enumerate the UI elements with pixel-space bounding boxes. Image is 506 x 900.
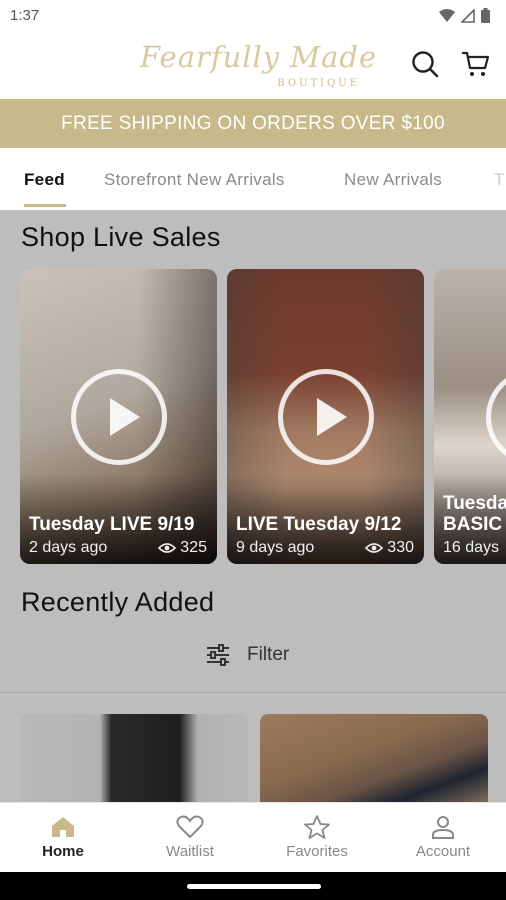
- battery-icon: [481, 8, 490, 23]
- live-sale-card[interactable]: LIVE Tuesday 9/12 9 days ago 330: [227, 269, 424, 564]
- live-sales-heading: Shop Live Sales: [21, 222, 221, 252]
- heart-icon: [176, 815, 204, 839]
- account-icon: [432, 816, 454, 839]
- tab-next-partial[interactable]: T: [494, 170, 505, 190]
- card-title: Tuesda: [443, 493, 506, 514]
- live-sale-card[interactable]: Tuesda BASIC 16 days: [434, 269, 506, 564]
- card-title-line2: BASIC: [443, 514, 503, 535]
- search-button[interactable]: [410, 49, 440, 79]
- card-title: LIVE Tuesday 9/12: [236, 514, 402, 535]
- live-sale-card[interactable]: Tuesday LIVE 9/19 2 days ago 325: [20, 269, 217, 564]
- search-icon: [412, 51, 439, 78]
- status-icons: [439, 8, 490, 23]
- home-gesture-bar[interactable]: [187, 884, 321, 889]
- wifi-icon: [439, 8, 455, 22]
- tab-new-arrivals[interactable]: New Arrivals: [344, 170, 442, 190]
- tab-feed[interactable]: Feed: [24, 170, 65, 190]
- logo-script: Fearfully Made: [140, 40, 378, 74]
- status-bar: 1:37: [0, 0, 506, 32]
- app-header: Fearfully Made BOUTIQUE: [0, 32, 506, 99]
- play-icon[interactable]: [70, 368, 167, 465]
- nav-account-label: Account: [415, 843, 471, 860]
- free-shipping-banner: FREE SHIPPING ON ORDERS OVER $100: [0, 99, 506, 148]
- brand-logo[interactable]: Fearfully Made BOUTIQUE: [140, 40, 378, 92]
- nav-home[interactable]: Home: [8, 815, 118, 860]
- active-tab-indicator: [24, 204, 66, 207]
- nav-waitlist-label: Waitlist: [166, 843, 214, 860]
- bottom-nav: Home Waitlist Favorites Account: [0, 802, 506, 872]
- feed-content: Shop Live Sales Tuesday LIVE 9/19 2 days…: [0, 210, 506, 802]
- card-view-count: 325: [180, 539, 207, 556]
- card-age: 16 days: [443, 539, 500, 556]
- nav-favorites[interactable]: Favorites: [262, 815, 372, 860]
- card-view-count: 330: [387, 539, 414, 556]
- filter-label: Filter: [247, 644, 290, 665]
- product-card[interactable]: [20, 714, 248, 802]
- logo-subtitle: BOUTIQUE: [277, 78, 360, 89]
- star-icon: [304, 815, 330, 839]
- cart-icon: [461, 51, 490, 76]
- card-age: 2 days ago: [29, 539, 108, 556]
- home-icon: [52, 817, 74, 837]
- filter-sliders-icon: [207, 644, 229, 666]
- card-views: 330: [365, 539, 414, 557]
- eye-icon: [158, 543, 177, 553]
- tab-storefront-new-arrivals[interactable]: Storefront New Arrivals: [104, 170, 285, 190]
- card-views: 325: [158, 539, 207, 557]
- status-time: 1:37: [10, 7, 40, 24]
- play-icon[interactable]: [277, 368, 374, 465]
- product-card[interactable]: [260, 714, 488, 802]
- eye-icon: [365, 543, 384, 553]
- cart-button[interactable]: [461, 49, 491, 79]
- feed-tabs: Feed Storefront New Arrivals New Arrival…: [0, 148, 506, 210]
- recently-added-heading: Recently Added: [21, 587, 215, 617]
- nav-waitlist[interactable]: Waitlist: [135, 815, 245, 860]
- filter-button[interactable]: Filter: [205, 644, 289, 666]
- nav-account[interactable]: Account: [388, 815, 498, 860]
- card-title: Tuesday LIVE 9/19: [29, 514, 195, 535]
- play-icon[interactable]: [486, 368, 506, 465]
- signal-icon: [461, 8, 475, 23]
- nav-home-label: Home: [42, 843, 84, 860]
- card-age: 9 days ago: [236, 539, 315, 556]
- system-nav-bar: [0, 872, 506, 900]
- nav-favorites-label: Favorites: [286, 843, 348, 860]
- section-divider: [0, 692, 506, 693]
